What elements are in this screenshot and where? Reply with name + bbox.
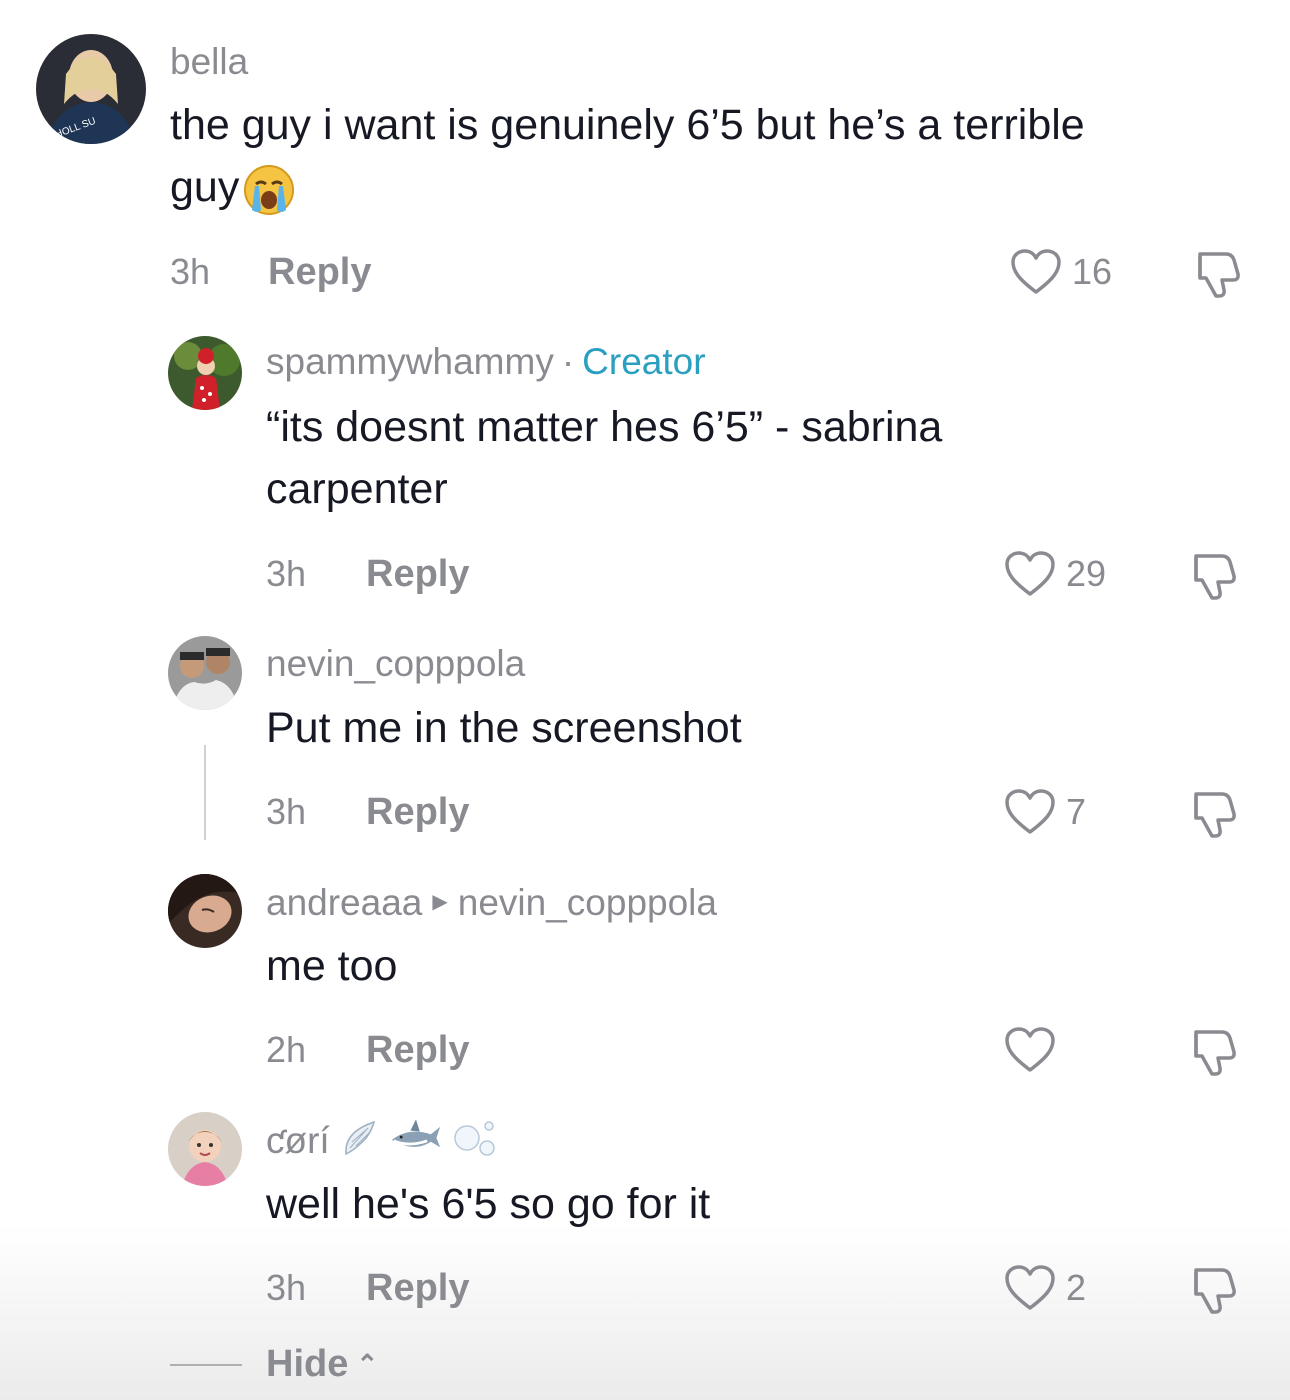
comment-text-line: carpenter <box>266 465 448 513</box>
comment-time: 3h <box>170 251 211 292</box>
comment-username[interactable]: nevin_copppola <box>266 642 525 686</box>
like-count: 7 <box>1066 791 1087 832</box>
comment-username[interactable]: bella <box>170 40 248 84</box>
like-button[interactable]: 16 <box>1010 248 1112 296</box>
reply-button[interactable]: Reply <box>366 790 469 834</box>
reply-arrow-icon: ▶ <box>432 891 448 913</box>
comment-text: the guy i want is genuinely 6’5 but he’s… <box>170 94 1085 218</box>
comment-text-line: the guy i want is genuinely 6’5 but he’s… <box>170 101 1085 149</box>
thumbs-down-icon <box>1194 1268 1236 1314</box>
chevron-up-icon: ⌃ <box>356 1349 379 1379</box>
reply-button[interactable]: Reply <box>366 1266 469 1310</box>
heart-icon <box>1005 789 1055 834</box>
hide-divider <box>170 1364 242 1366</box>
avatar[interactable] <box>168 1112 242 1186</box>
avatar[interactable]: HOLL SU <box>36 34 146 144</box>
bottom-fade <box>0 1225 1290 1400</box>
comment-username-row: andreaaa ▶ nevin_copppola <box>266 880 717 930</box>
comment-time: 3h <box>266 1267 307 1308</box>
comment-text-line: guy <box>170 156 1085 218</box>
reply-button[interactable]: Reply <box>268 250 371 294</box>
heart-icon <box>1011 249 1061 294</box>
reply-to-username[interactable]: nevin_copppola <box>458 882 717 923</box>
like-count: 2 <box>1066 1267 1087 1308</box>
comment-text: Put me in the screenshot <box>266 704 742 752</box>
comment-time: 2h <box>266 1029 307 1070</box>
comment-username-row: spammywhammy · Creator <box>266 340 706 384</box>
comment-username[interactable]: ƈørí <box>266 1120 330 1161</box>
separator-dot: · <box>561 341 575 382</box>
dislike-button[interactable] <box>1186 1026 1242 1078</box>
comment-text: “its doesnt matter hes 6’5” - sabrina ca… <box>266 396 942 520</box>
thumbs-down-icon <box>1194 1030 1236 1076</box>
thumbs-down-icon <box>1194 792 1236 838</box>
comment-time: 3h <box>266 791 307 832</box>
like-count: 16 <box>1072 251 1113 292</box>
reply-button[interactable]: Reply <box>366 1028 469 1072</box>
like-count: 29 <box>1066 553 1107 594</box>
wing-icon <box>340 1118 380 1168</box>
comment-username-row: ƈørí <box>266 1118 501 1168</box>
reply-button[interactable]: Reply <box>366 552 469 596</box>
dislike-button[interactable] <box>1186 550 1242 602</box>
heart-icon <box>1005 551 1055 596</box>
like-button[interactable]: 7 <box>1004 788 1086 836</box>
dislike-button[interactable] <box>1186 788 1242 840</box>
hide-replies-button[interactable]: Hide ⌃ <box>266 1342 378 1386</box>
comment-text: well he's 6'5 so go for it <box>266 1180 711 1228</box>
heart-icon <box>1005 1027 1055 1072</box>
comment-username[interactable]: andreaaa <box>266 882 422 923</box>
hide-label: Hide <box>266 1343 349 1385</box>
dislike-button[interactable] <box>1190 248 1246 300</box>
avatar[interactable] <box>168 636 242 710</box>
shark-icon <box>390 1118 442 1168</box>
like-button[interactable] <box>1004 1026 1066 1074</box>
avatar[interactable] <box>168 336 242 410</box>
thumbs-down-icon <box>1198 252 1240 298</box>
avatar[interactable] <box>168 874 242 948</box>
thread-line <box>204 745 206 840</box>
comment-time: 3h <box>266 553 307 594</box>
thumbs-down-icon <box>1194 554 1236 600</box>
comment-username[interactable]: spammywhammy <box>266 341 554 382</box>
dislike-button[interactable] <box>1186 1264 1242 1316</box>
comment-text-line-end: guy <box>170 163 240 211</box>
comment-bella: HOLL SU bella the guy i want is genuinel… <box>0 0 1290 320</box>
loudly-crying-face-icon <box>243 164 295 216</box>
like-button[interactable]: 2 <box>1004 1264 1086 1312</box>
comment-text-line: “its doesnt matter hes 6’5” - sabrina <box>266 403 943 451</box>
comment-text: me too <box>266 942 398 990</box>
bubbles-icon <box>453 1118 501 1168</box>
heart-icon <box>1005 1265 1055 1310</box>
like-button[interactable]: 29 <box>1004 550 1106 598</box>
creator-badge: Creator <box>582 341 706 382</box>
